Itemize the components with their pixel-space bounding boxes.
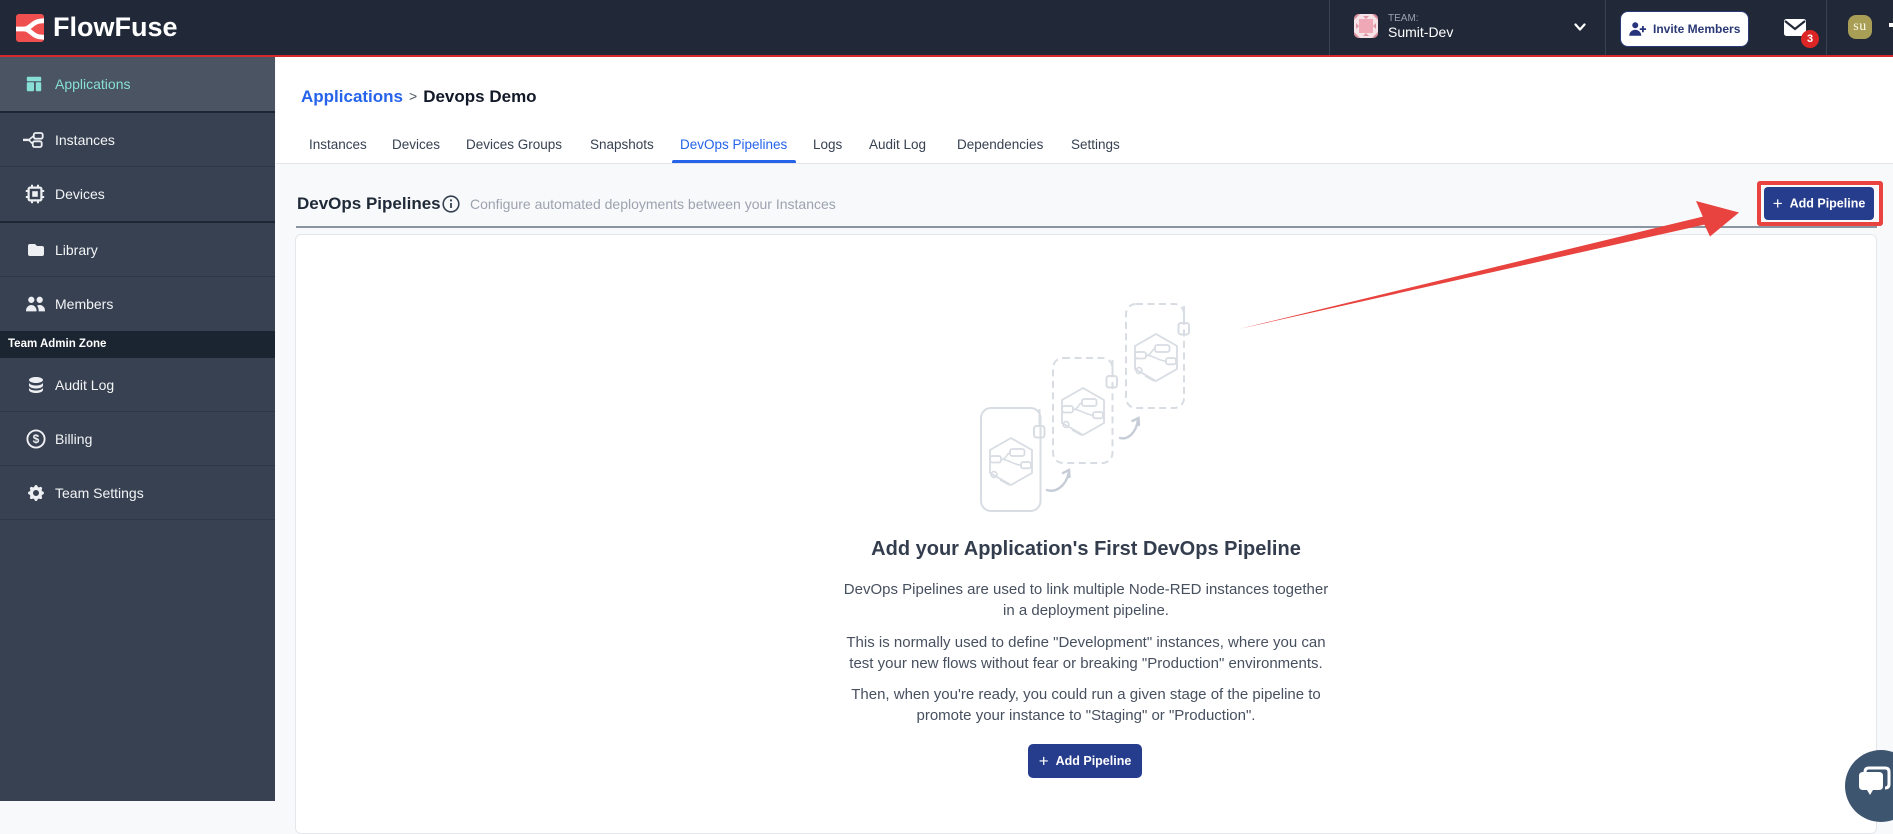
svg-text:$: $ [33, 432, 40, 446]
